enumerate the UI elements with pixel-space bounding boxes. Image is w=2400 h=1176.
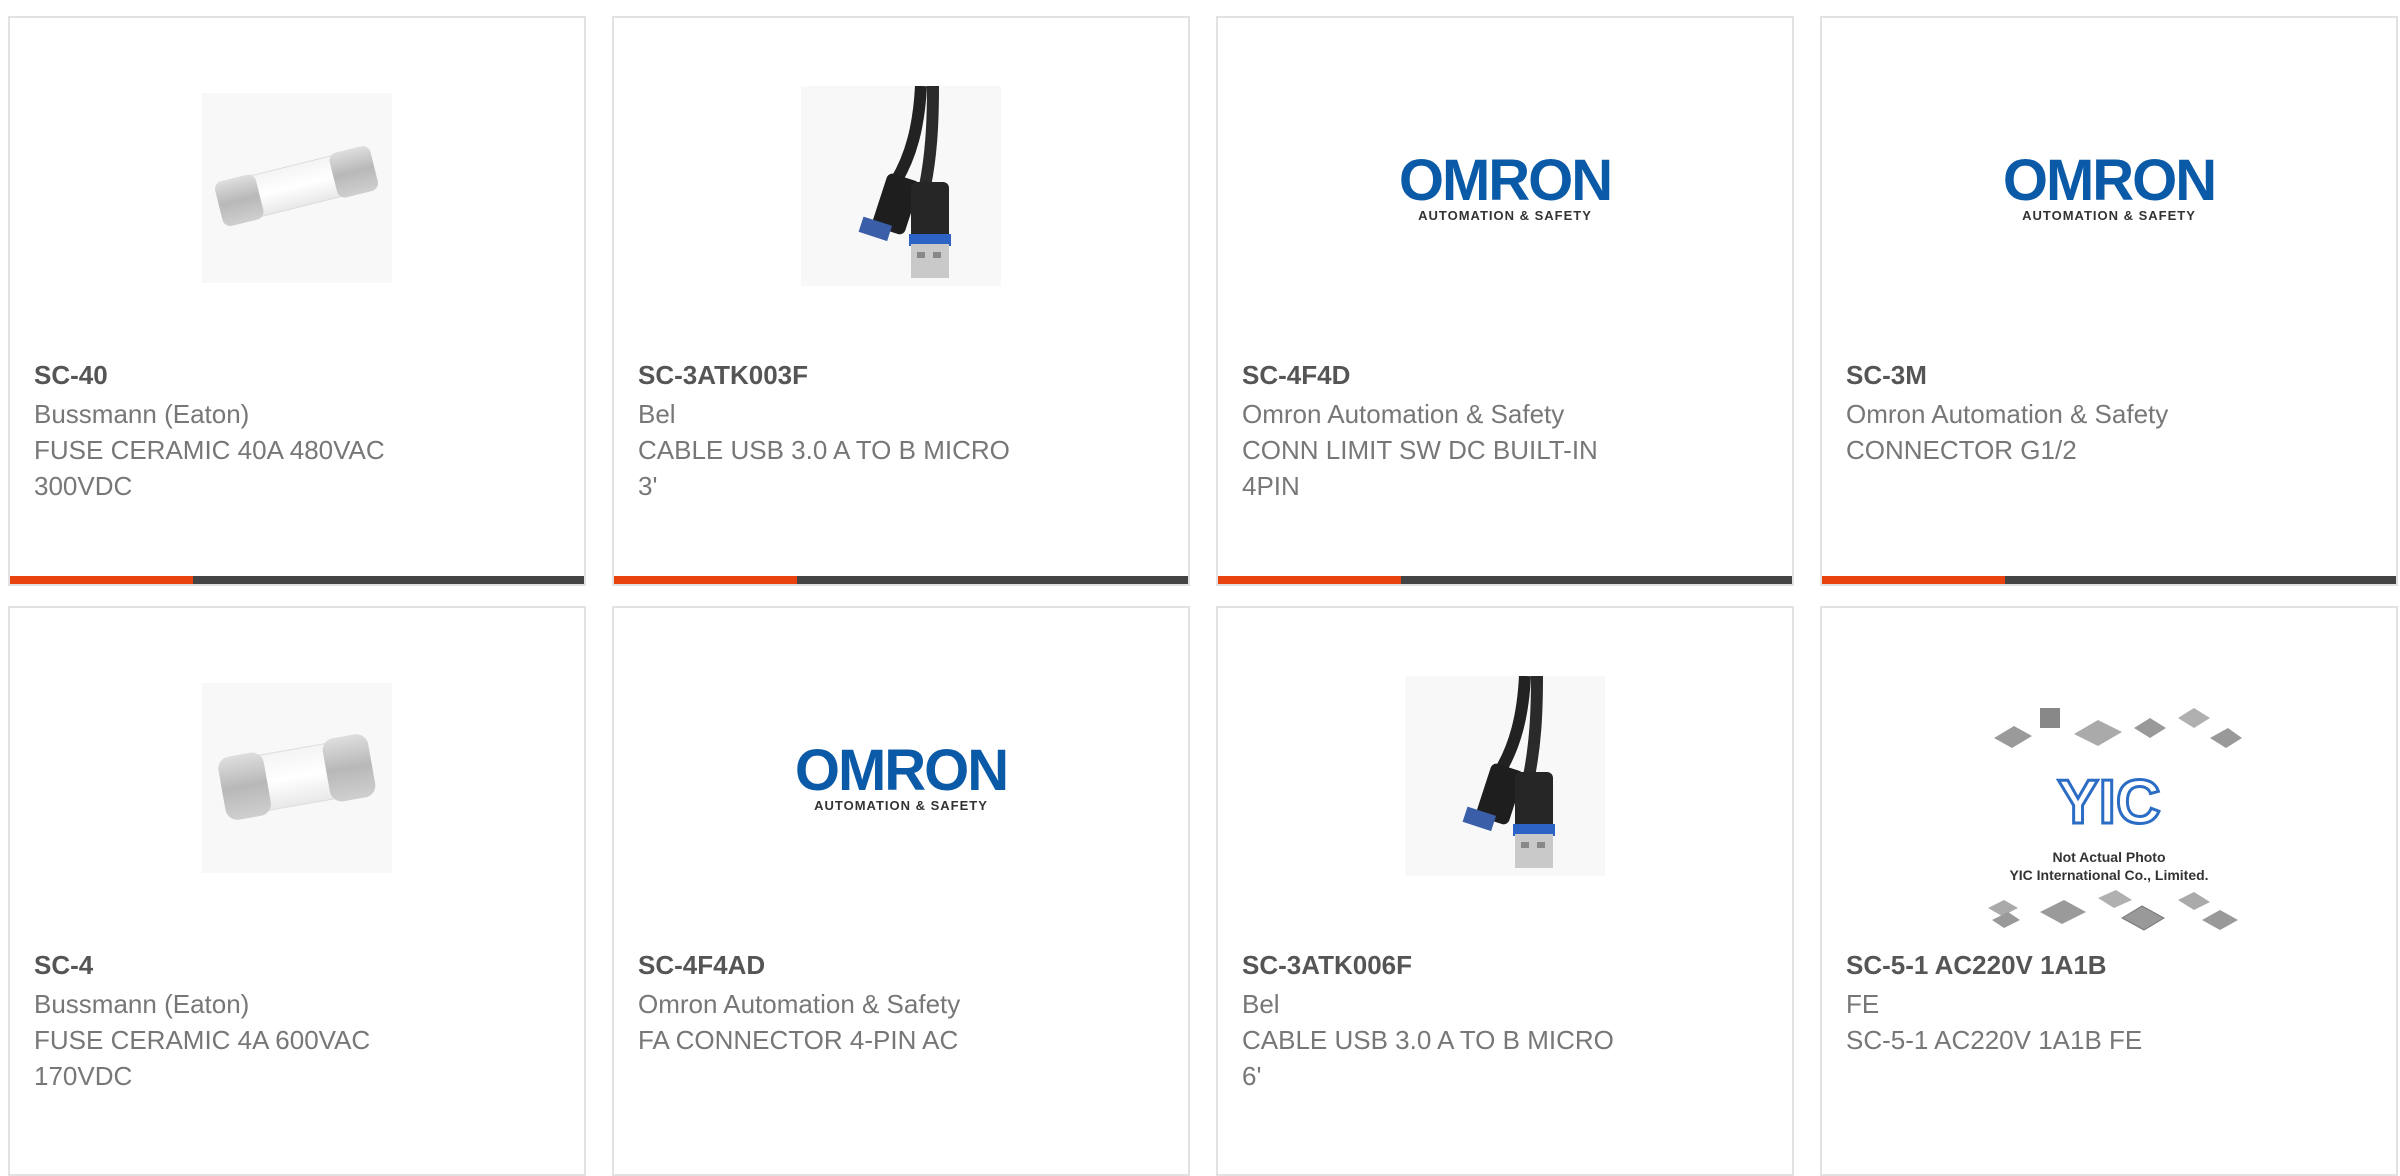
product-card[interactable]: OMRON AUTOMATION & SAFETY SC-3M Omron Au… <box>1820 16 2398 586</box>
part-number-link[interactable]: SC-3M <box>1846 358 2266 392</box>
omron-logo: OMRON AUTOMATION & SAFETY <box>794 737 1009 813</box>
card-accent <box>10 576 193 584</box>
part-number-link[interactable]: SC-4F4D <box>1242 358 1662 392</box>
manufacturer-name: Omron Automation & Safety <box>1242 399 1565 429</box>
usb-cable-icon <box>801 85 1001 291</box>
manufacturer-name: Bel <box>1242 989 1280 1019</box>
product-image[interactable] <box>195 676 399 880</box>
card-accent <box>1218 576 1401 584</box>
product-image[interactable] <box>195 86 399 290</box>
yic-logo: YIC <box>2056 766 2162 838</box>
manufacturer-name: Bussmann (Eaton) <box>34 989 250 1019</box>
chip-cluster-icon <box>1994 707 2242 748</box>
card-bottom-bar <box>1218 576 1792 584</box>
usb-cable-icon <box>1405 675 1605 881</box>
product-card[interactable]: SC-3ATK006F Bel CABLE USB 3.0 A TO B MIC… <box>1216 606 1794 1176</box>
product-card[interactable]: YIC Not Actual Photo YIC International C… <box>1820 606 2398 1176</box>
product-image[interactable]: YIC Not Actual Photo YIC International C… <box>1969 688 2249 948</box>
manufacturer-name: Bel <box>638 399 676 429</box>
card-bottom-bar <box>10 576 584 584</box>
description-line: CONNECTOR G1/2 <box>1846 435 2077 465</box>
product-image[interactable]: OMRON AUTOMATION & SAFETY <box>1399 86 1613 290</box>
description-line: FA CONNECTOR 4-PIN AC <box>638 1025 959 1055</box>
part-number-link[interactable]: SC-4 <box>34 948 454 982</box>
card-accent <box>614 576 797 584</box>
omron-logo: OMRON AUTOMATION & SAFETY <box>1398 147 1613 223</box>
product-image[interactable]: OMRON AUTOMATION & SAFETY <box>795 676 1009 880</box>
yic-caption-line: YIC International Co., Limited. <box>2009 866 2209 883</box>
manufacturer-name: Bussmann (Eaton) <box>34 399 250 429</box>
product-image[interactable] <box>799 85 1003 291</box>
product-card[interactable]: OMRON AUTOMATION & SAFETY SC-4F4AD Omron… <box>612 606 1190 1176</box>
omron-logo: OMRON AUTOMATION & SAFETY <box>2002 147 2217 223</box>
part-number-link[interactable]: SC-4F4AD <box>638 948 1058 982</box>
product-card[interactable]: SC-4 Bussmann (Eaton) FUSE CERAMIC 4A 60… <box>8 606 586 1176</box>
manufacturer-name: Omron Automation & Safety <box>638 989 961 1019</box>
product-card[interactable]: SC-40 Bussmann (Eaton) FUSE CERAMIC 40A … <box>8 16 586 586</box>
description-line: 300VDC <box>34 471 133 501</box>
description-line: FUSE CERAMIC 40A 480VAC <box>34 435 385 465</box>
description-line: CABLE USB 3.0 A TO B MICRO <box>638 435 1010 465</box>
description-line: CABLE USB 3.0 A TO B MICRO <box>1242 1025 1614 1055</box>
fuse-icon <box>202 93 392 283</box>
description-line: FUSE CERAMIC 4A 600VAC <box>34 1025 371 1055</box>
description-line: 4PIN <box>1242 471 1300 501</box>
manufacturer-name: FE <box>1846 989 1880 1019</box>
description-line: 3' <box>638 471 658 501</box>
part-number-link[interactable]: SC-3ATK006F <box>1242 948 1662 982</box>
description-line: 6' <box>1242 1061 1262 1091</box>
yic-placeholder-image: YIC Not Actual Photo YIC International C… <box>1974 698 2244 939</box>
fuse-icon <box>202 683 392 873</box>
card-accent <box>1822 576 2005 584</box>
product-image[interactable]: OMRON AUTOMATION & SAFETY <box>2003 86 2217 290</box>
part-number-link[interactable]: SC-3ATK003F <box>638 358 1058 392</box>
product-card[interactable]: OMRON AUTOMATION & SAFETY SC-4F4D Omron … <box>1216 16 1794 586</box>
part-number-link[interactable]: SC-5-1 AC220V 1A1B <box>1846 948 2266 982</box>
chip-cluster-icon <box>1988 889 2238 931</box>
product-card[interactable]: SC-3ATK003F Bel CABLE USB 3.0 A TO B MIC… <box>612 16 1190 586</box>
card-bottom-bar <box>614 576 1188 584</box>
description-line: 170VDC <box>34 1061 133 1091</box>
description-line: SC-5-1 AC220V 1A1B FE <box>1846 1025 2143 1055</box>
yic-caption-line: Not Actual Photo <box>2052 848 2166 865</box>
product-image[interactable] <box>1403 675 1607 881</box>
product-grid: SC-40 Bussmann (Eaton) FUSE CERAMIC 40A … <box>8 16 2398 1176</box>
card-bottom-bar <box>1822 576 2396 584</box>
svg-text:YIC: YIC <box>2057 768 2160 837</box>
description-line: CONN LIMIT SW DC BUILT-IN <box>1242 435 1598 465</box>
manufacturer-name: Omron Automation & Safety <box>1846 399 2169 429</box>
part-number-link[interactable]: SC-40 <box>34 358 454 392</box>
